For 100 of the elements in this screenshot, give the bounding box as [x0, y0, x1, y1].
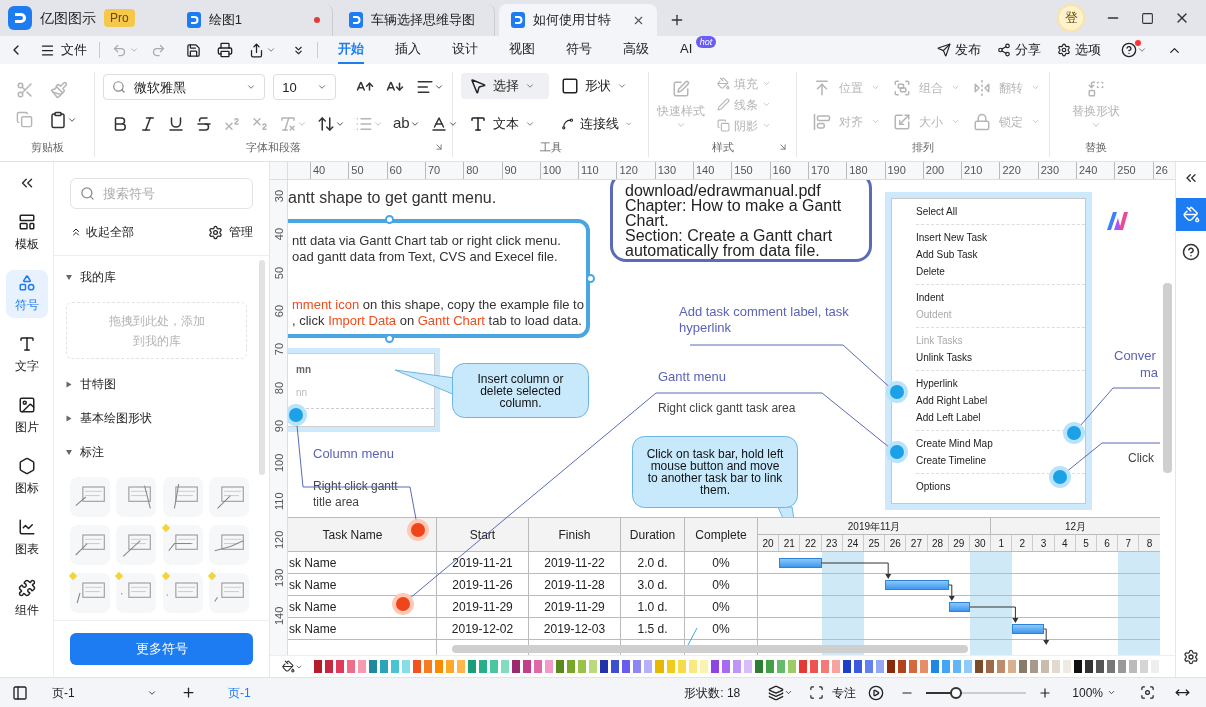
- zoom-dropdown[interactable]: 100%: [1072, 683, 1116, 702]
- ruler-label: 26: [1152, 162, 1168, 179]
- toolbar-action[interactable]: 分享: [997, 40, 1041, 60]
- menu-item[interactable]: Create Mind Map: [916, 435, 1085, 452]
- annotation-caption: Click: [1128, 450, 1155, 466]
- menu-item[interactable]: Add Left Label: [916, 409, 1085, 426]
- column-header[interactable]: Finish: [529, 518, 621, 551]
- table-cell: 2019-11-28: [529, 574, 621, 595]
- menu-item[interactable]: Insert New Task: [916, 229, 1085, 246]
- tool-button[interactable]: 文本: [461, 110, 549, 137]
- focus-label[interactable]: 专注: [832, 683, 857, 702]
- document-tab[interactable]: 如何使用甘特: [498, 4, 657, 36]
- callout-text: Insert column or delete selected column.: [476, 372, 565, 409]
- table-cell: 2019-11-22: [529, 552, 621, 573]
- group-label: 替换: [1085, 139, 1107, 155]
- menu-item[interactable]: Delete: [916, 263, 1085, 280]
- toolbar-action[interactable]: 选项: [1057, 40, 1101, 60]
- group-label: 排列: [912, 139, 934, 155]
- table-cell: 2019-12-03: [529, 618, 621, 639]
- tool-button[interactable]: 选择: [461, 72, 549, 99]
- library-section-header[interactable]: 甘特图: [66, 375, 247, 393]
- ruler-label: 100: [539, 162, 562, 179]
- collapse-all-button[interactable]: 收起全部: [70, 223, 134, 241]
- ruler-label: 180: [846, 162, 868, 179]
- sidebar-nav-item[interactable]: 图片: [5, 392, 48, 440]
- day-header: 22: [800, 535, 822, 551]
- ruler-label: 200: [922, 162, 945, 179]
- ruler-label: 150: [731, 162, 753, 179]
- day-header: 21: [779, 535, 801, 551]
- ruler-label: 100: [272, 456, 286, 473]
- shape-count: 形状数: 18: [684, 684, 741, 702]
- sidebar-nav-item[interactable]: 图标: [5, 453, 48, 501]
- month-header: 2019年11月: [758, 518, 992, 534]
- annotation-caption: Right click gantt title area: [313, 478, 399, 510]
- ruler-label: 90: [272, 418, 286, 434]
- library-section-header[interactable]: 标注: [66, 443, 247, 461]
- day-header: 27: [906, 535, 928, 551]
- table-cell: sk Name: [288, 618, 437, 639]
- sidebar-nav-item[interactable]: 模板: [5, 209, 48, 257]
- ribbon-tab[interactable]: 设计: [452, 36, 478, 64]
- ruler-label: 40: [272, 227, 286, 243]
- ribbon-tab[interactable]: 插入: [395, 36, 421, 64]
- menu-item[interactable]: Add Sub Task: [916, 246, 1085, 263]
- day-header: 4: [1054, 535, 1076, 551]
- column-header[interactable]: Duration: [621, 518, 685, 551]
- library-section-header[interactable]: 基本绘图形状: [66, 409, 247, 427]
- menu-item[interactable]: Add Right Label: [916, 392, 1085, 409]
- menu-item[interactable]: Select All: [916, 203, 1085, 220]
- annotation-title: Add task comment label, task hyperlink: [679, 304, 849, 336]
- sidebar-nav-item[interactable]: 符号: [5, 270, 48, 318]
- day-header: 20: [758, 535, 780, 551]
- shape-paragraph: ntt data via Gantt Chart tab or right click menu. oad gantt data from Text, CVS and Execel file.: [292, 233, 562, 265]
- ribbon-tab[interactable]: 高级: [623, 36, 649, 64]
- day-header: 26: [885, 535, 907, 551]
- day-header: 5: [1075, 535, 1097, 551]
- ruler-label: 110: [578, 162, 599, 179]
- search-field[interactable]: 搜索符号: [70, 178, 253, 209]
- font-family-field[interactable]: 微软雅黑: [103, 74, 266, 101]
- table-cell: 2019-11-26: [437, 574, 529, 595]
- menu-item[interactable]: Hyperlink: [916, 375, 1085, 392]
- ruler-label: 40: [310, 162, 326, 179]
- case-button[interactable]: ab: [393, 112, 420, 135]
- sidebar-nav-item[interactable]: 文字: [5, 331, 48, 379]
- pro-badge: Pro: [104, 9, 135, 27]
- menu-item[interactable]: Options: [916, 478, 1085, 495]
- file-menu[interactable]: 文件: [40, 40, 87, 60]
- sidebar-nav-item[interactable]: 图表: [5, 514, 48, 562]
- ruler-label: 140: [693, 162, 715, 179]
- ribbon-tab[interactable]: 视图: [509, 36, 535, 64]
- menu-item[interactable]: Create Timeline: [916, 452, 1085, 469]
- group-label: 样式: [711, 139, 734, 155]
- day-header: 3: [1033, 535, 1055, 551]
- ruler-label: 30: [272, 188, 286, 204]
- ruler-label: 80: [272, 380, 286, 396]
- sidebar-nav-item[interactable]: 组件: [5, 575, 48, 623]
- day-header: 1: [991, 535, 1013, 551]
- ruler-label: 120: [272, 532, 286, 549]
- page-dropdown[interactable]: 页-1: [52, 683, 157, 702]
- toolbar-action[interactable]: 发布: [937, 40, 981, 60]
- selected-text-shape[interactable]: ntt data via Gantt Chart tab or right click menu. oad gantt data from Text, CVS and Execel file. mment icon on this shape, copy the example file to , click Import Data on Gantt Chart tab to load data.: [288, 219, 590, 338]
- library-section-header[interactable]: 我的库: [66, 268, 247, 286]
- ruler-label: 70: [272, 342, 286, 358]
- ribbon-tab[interactable]: 符号: [566, 36, 592, 64]
- tool-button[interactable]: 连接线: [552, 110, 640, 137]
- day-header: 2: [1012, 535, 1034, 551]
- column-header[interactable]: Start: [437, 518, 529, 551]
- manage-button[interactable]: 管理: [208, 223, 253, 241]
- menu-item[interactable]: Unlink Tasks: [916, 349, 1085, 366]
- page-tab[interactable]: 页-1: [228, 683, 251, 702]
- ruler-label: 80: [463, 162, 479, 179]
- ruler-label: 140: [272, 609, 286, 626]
- tool-button[interactable]: 形状: [552, 72, 640, 99]
- more-symbols-button[interactable]: 更多符号: [70, 633, 253, 665]
- menu-item[interactable]: Indent: [916, 289, 1085, 306]
- ruler-label: 50: [348, 162, 364, 179]
- day-header: 29: [948, 535, 970, 551]
- font-size-field[interactable]: 10: [273, 74, 336, 101]
- user-avatar[interactable]: 登: [1057, 4, 1085, 32]
- ruler-label: 190: [884, 162, 906, 179]
- ruler-label: 230: [1037, 162, 1060, 179]
